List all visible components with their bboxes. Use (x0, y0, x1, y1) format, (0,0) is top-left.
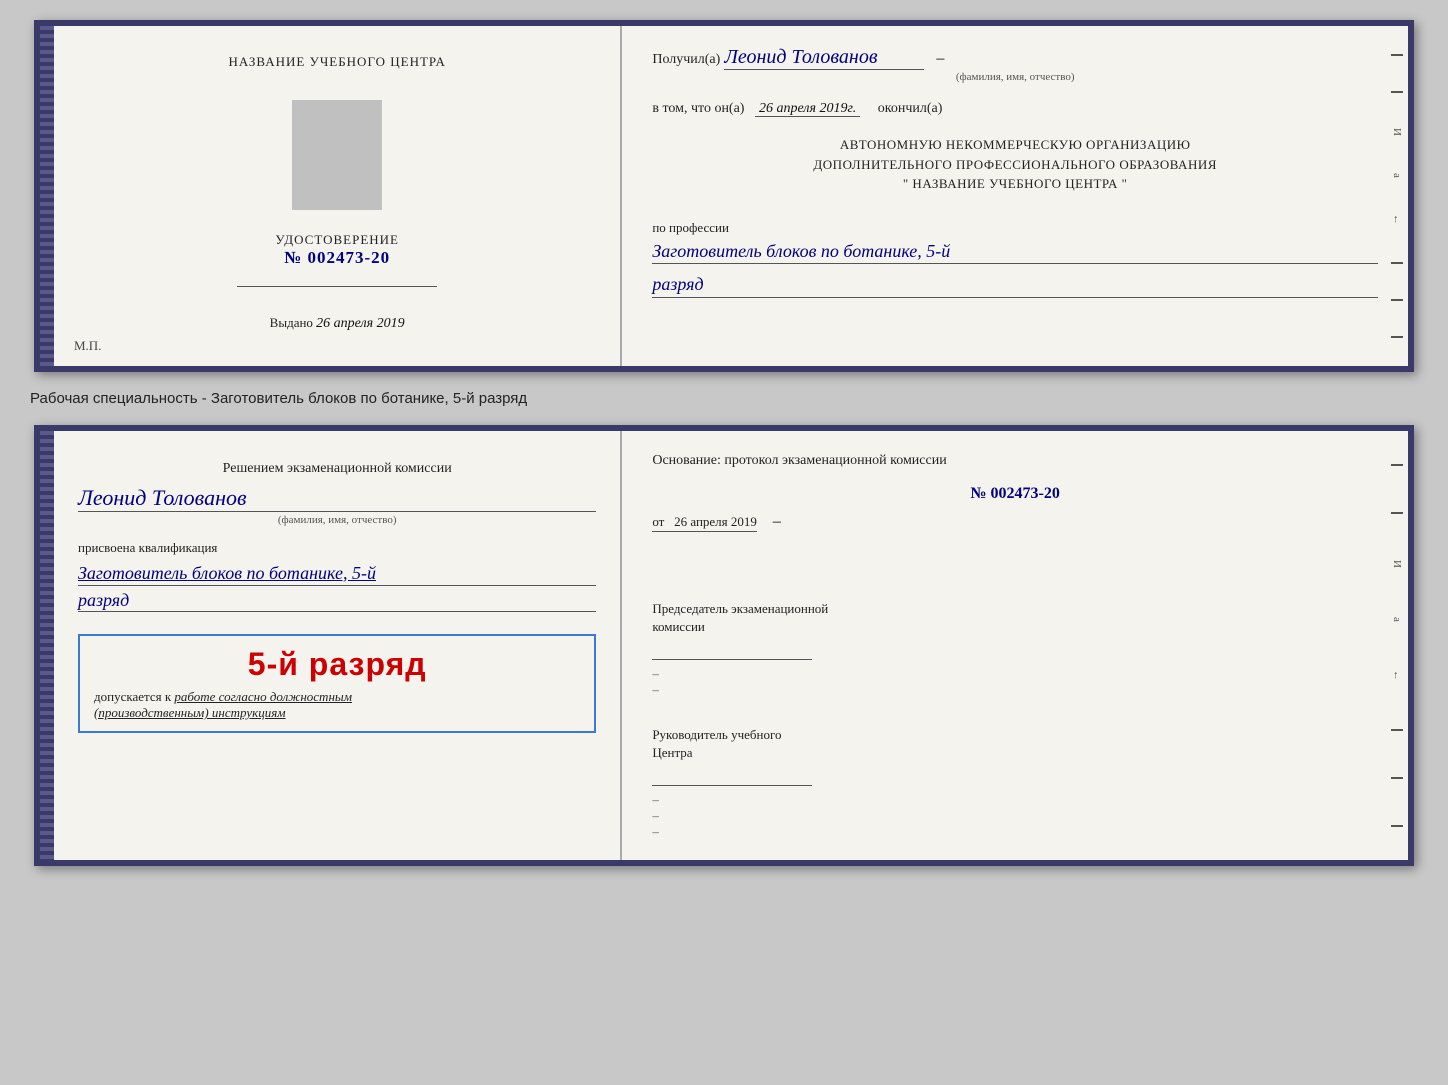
stamp-main: 5-й разряд (94, 646, 580, 683)
edge-letter-i-b: И (1391, 560, 1403, 570)
top-right-panel: Получил(а) Леонид Толованов – (фамилия, … (622, 26, 1408, 366)
bottom-right-panel: Основание: протокол экзаменационной коми… (622, 431, 1408, 860)
recipient-section: Получил(а) Леонид Толованов – (фамилия, … (652, 46, 1378, 83)
right-edge-marks: И а ← (1386, 26, 1408, 366)
ot-block: от 26 апреля 2019 – (652, 513, 1378, 550)
mp-label: М.П. (74, 338, 101, 354)
osnovanie-title: Основание: протокол экзаменационной коми… (652, 451, 1378, 471)
edge-dash (1391, 512, 1403, 514)
rukov-sign-line (652, 766, 812, 786)
okonchil: окончил(а) (878, 101, 943, 116)
profession-block: по профессии Заготовитель блоков по бота… (652, 220, 1378, 298)
vydano-date: 26 апреля 2019 (316, 316, 404, 331)
fio-sub: (фамилия, имя, отчество) (652, 71, 1378, 83)
dash-line: – (652, 808, 1378, 824)
predsedatel-sign-line (652, 640, 812, 660)
doc-spine-bottom (40, 431, 54, 860)
edge-letter-a-b: а (1391, 617, 1403, 624)
edge-dash (1391, 336, 1403, 338)
doc-number-value: 002473-20 (308, 248, 391, 267)
udostoverenie-block: УДОСТОВЕРЕНИЕ № 002473-20 (275, 232, 399, 268)
kvalif-value: Заготовитель блоков по ботанике, 5-й (78, 562, 596, 586)
spacer (652, 570, 1378, 590)
stamp-sub: допускается к работе согласно должностны… (94, 689, 580, 721)
autonomous-line1: АВТОНОМНУЮ НЕКОММЕРЧЕСКУЮ ОРГАНИЗАЦИЮ (652, 135, 1378, 155)
photo-placeholder (292, 100, 382, 210)
edge-letter-arrow: ← (1391, 214, 1403, 227)
vtom-date: 26 апреля 2019г. (755, 101, 860, 117)
top-center-title: НАЗВАНИЕ УЧЕБНОГО ЦЕНТРА (228, 54, 445, 70)
edge-letter-i: И (1391, 128, 1403, 138)
autonomous-line2: ДОПОЛНИТЕЛЬНОГО ПРОФЕССИОНАЛЬНОГО ОБРАЗО… (652, 155, 1378, 175)
profession-value: Заготовитель блоков по ботанике, 5-й (652, 240, 1378, 264)
stamp-box: 5-й разряд допускается к работе согласно… (78, 634, 596, 733)
razryad-bottom: разряд (78, 590, 596, 612)
komissia-title: Решением экзаменационной комиссии (78, 459, 596, 479)
specialty-label: Рабочая специальность - Заготовитель бло… (30, 390, 527, 407)
rukov-block: Руководитель учебного Центра – – – (652, 726, 1378, 840)
vydano-label: Выдано (270, 315, 313, 330)
dash-line: – (652, 824, 1378, 840)
stamp-italic2: (производственным) инструкциям (94, 705, 286, 720)
edge-letter-a: а (1391, 173, 1403, 180)
edge-dash (1391, 825, 1403, 827)
top-document-card: НАЗВАНИЕ УЧЕБНОГО ЦЕНТРА УДОСТОВЕРЕНИЕ №… (34, 20, 1414, 372)
rukov-label: Руководитель учебного Центра (652, 726, 1378, 762)
predsedatel-block: Председатель экзаменационной комиссии – … (652, 600, 1378, 698)
autonomous-line3: " НАЗВАНИЕ УЧЕБНОГО ЦЕНТРА " (652, 174, 1378, 194)
fio-sub-bottom: (фамилия, имя, отчество) (78, 514, 596, 526)
komissia-name: Леонид Толованов (78, 485, 596, 512)
top-left-panel: НАЗВАНИЕ УЧЕБНОГО ЦЕНТРА УДОСТОВЕРЕНИЕ №… (54, 26, 622, 366)
recipient-name: Леонид Толованов (724, 46, 924, 70)
stamp-italic: работе согласно должностным (174, 689, 352, 704)
edge-dash (1391, 729, 1403, 731)
vtom-prefix: в том, что он(а) (652, 101, 744, 116)
stamp-dopusk: допускается к (94, 689, 171, 704)
edge-dash (1391, 777, 1403, 779)
dash-line: – (652, 666, 1378, 682)
bottom-left-panel: Решением экзаменационной комиссии Леонид… (54, 431, 622, 860)
vydano-line: Выдано 26 апреля 2019 (270, 315, 405, 332)
edge-dash (1391, 54, 1403, 56)
edge-dash (1391, 262, 1403, 264)
doc-number-prefix: № (284, 248, 302, 267)
prisvoena-label: присвоена квалификация (78, 540, 596, 556)
ot-label: от 26 апреля 2019 (652, 514, 757, 532)
edge-dash (1391, 464, 1403, 466)
edge-letter-arrow-b: ← (1391, 670, 1403, 683)
prot-number: № 002473-20 (652, 485, 1378, 503)
dash-line: – (652, 792, 1378, 808)
ot-date: 26 апреля 2019 (674, 514, 757, 529)
poluchil-prefix: Получил(а) (652, 52, 720, 67)
dash-line: – (652, 682, 1378, 698)
profession-label: по профессии (652, 220, 1378, 236)
razryad-value: разряд (652, 274, 1378, 298)
predsedatel-label: Председатель экзаменационной комиссии (652, 600, 1378, 636)
doc-type-label: УДОСТОВЕРЕНИЕ (275, 232, 399, 248)
bottom-document-card: Решением экзаменационной комиссии Леонид… (34, 425, 1414, 866)
bottom-right-content: Основание: протокол экзаменационной коми… (652, 451, 1378, 840)
autonomous-block: АВТОНОМНУЮ НЕКОММЕРЧЕСКУЮ ОРГАНИЗАЦИЮ ДО… (652, 135, 1378, 194)
right-edge-marks-bottom: И а ← (1386, 431, 1408, 860)
edge-dash (1391, 299, 1403, 301)
vtom-line: в том, что он(а) 26 апреля 2019г. окончи… (652, 101, 1378, 117)
doc-number: № 002473-20 (275, 248, 399, 268)
edge-dash (1391, 91, 1403, 93)
doc-spine (40, 26, 54, 366)
